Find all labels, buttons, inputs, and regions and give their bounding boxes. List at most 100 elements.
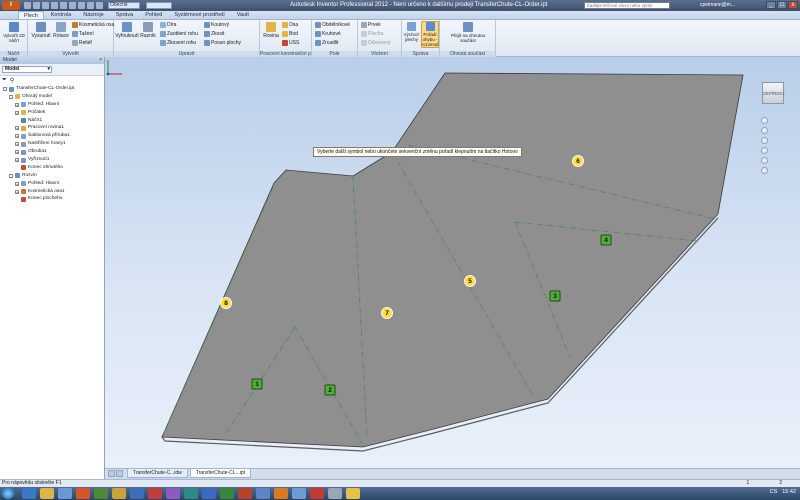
bend-marker-6[interactable]: 6 xyxy=(572,155,584,167)
look-at-icon[interactable] xyxy=(760,157,768,164)
tree-node[interactable]: + Pracovní rovina1 xyxy=(0,124,104,132)
select-icon[interactable] xyxy=(78,2,85,9)
tree-node[interactable]: + Šablonová příruba1 xyxy=(0,132,104,140)
sweep-button[interactable]: Tažení xyxy=(72,31,94,37)
collapse-icon[interactable]: - xyxy=(9,173,13,178)
bend-marker-7[interactable]: 7 xyxy=(381,307,393,319)
pan-icon[interactable] xyxy=(760,127,768,134)
flat-pattern-plate[interactable] xyxy=(161,72,744,448)
app-icon-16[interactable] xyxy=(292,488,306,499)
tree-node[interactable]: Náčrt1 xyxy=(0,117,104,125)
material-combo[interactable] xyxy=(146,2,172,9)
inventor-taskbar-icon[interactable] xyxy=(346,488,360,499)
media-icon[interactable] xyxy=(58,488,72,499)
word-icon[interactable] xyxy=(202,488,216,499)
unfold-button[interactable]: Vyfouknutí xyxy=(115,22,139,39)
start-button[interactable] xyxy=(2,488,14,499)
tree-node[interactable]: + Obruba1 xyxy=(0,148,104,156)
expand-icon[interactable]: + xyxy=(15,150,19,155)
browser-mode-select[interactable]: Model ▾ xyxy=(2,66,52,73)
emboss-button[interactable]: Reliéf xyxy=(72,40,92,46)
minimize-button[interactable]: _ xyxy=(766,1,776,9)
tree-node[interactable]: + Počátek xyxy=(0,109,104,117)
next-tab-icon[interactable] xyxy=(116,470,123,477)
tree-node[interactable]: Konec plochého xyxy=(0,195,104,203)
tree-node[interactable]: - Ohnutý model xyxy=(0,93,104,101)
bend-marker-3[interactable]: 3 xyxy=(549,290,561,302)
filter-icon[interactable]: ⏷ xyxy=(2,77,7,84)
app-icon-6[interactable] xyxy=(112,488,126,499)
update-icon[interactable] xyxy=(87,2,94,9)
doc-tab-drawing[interactable]: TransferChute-C...idw xyxy=(127,469,188,478)
face-offset-button[interactable]: Posun plochy xyxy=(204,40,241,46)
app-icon-10[interactable] xyxy=(184,488,198,499)
tree-node[interactable]: + Vyříznutí1 xyxy=(0,156,104,164)
graphics-window[interactable]: 1 2 3 4 5 6 7 8 Vyberte další symbol nebo ukonč… xyxy=(105,57,800,468)
punch-button[interactable]: Razník xyxy=(140,22,156,39)
bend-marker-8[interactable]: 8 xyxy=(220,297,232,309)
viewcube-front-face[interactable]: ZEPŘEDU xyxy=(762,82,785,104)
go-to-folded-part-button[interactable]: Přejít na ohnutou součást xyxy=(446,22,490,43)
powerpoint-icon[interactable] xyxy=(238,488,252,499)
derived-button[interactable]: Odvozený xyxy=(361,40,391,46)
cosmetic-axis-button[interactable]: Kosmetická osa xyxy=(72,22,114,28)
app-icon-18[interactable] xyxy=(328,488,342,499)
flat-pattern-canvas[interactable]: 1 2 3 4 5 6 7 8 xyxy=(105,57,800,468)
tab-sprava[interactable]: Správa xyxy=(111,11,138,19)
extrude-button[interactable]: Vysunutí xyxy=(31,22,51,39)
close-icon[interactable]: × xyxy=(99,57,102,64)
appearance-combo[interactable]: Obecné xyxy=(108,2,140,9)
app-icon-15[interactable] xyxy=(274,488,288,499)
plane-button[interactable]: Rovina xyxy=(262,22,280,39)
tab-systemove-prostredi[interactable]: Systémové prostředí xyxy=(169,11,229,19)
collapse-icon[interactable]: - xyxy=(3,87,7,92)
corner-chamfer-button[interactable]: Zkosení rohu xyxy=(160,40,196,46)
undo-icon[interactable] xyxy=(51,2,58,9)
insert-surface-button[interactable]: Plocha xyxy=(361,31,383,37)
previous-tab-icon[interactable] xyxy=(108,470,115,477)
expand-icon[interactable]: + xyxy=(15,158,19,163)
bend-marker-4[interactable]: 4 xyxy=(600,234,612,246)
revolve-button[interactable]: Rotace xyxy=(52,22,70,39)
hole-button[interactable]: Díra xyxy=(160,22,176,28)
app-icon-7[interactable] xyxy=(130,488,144,499)
app-icon-14[interactable] xyxy=(256,488,270,499)
expand-icon[interactable]: + xyxy=(15,142,19,147)
bend-order-button[interactable]: Pořadí ohybu - rozvinutí xyxy=(421,21,439,48)
app-icon-8[interactable] xyxy=(148,488,162,499)
firefox-icon[interactable] xyxy=(76,488,90,499)
axis-button[interactable]: Osa xyxy=(282,22,298,28)
mirror-button[interactable]: Zrcadlit xyxy=(315,40,338,46)
tab-nastroje[interactable]: Nástroje xyxy=(78,11,108,19)
expand-icon[interactable]: + xyxy=(15,134,19,139)
open-icon[interactable] xyxy=(33,2,40,9)
explorer-icon[interactable] xyxy=(40,488,54,499)
tree-node[interactable]: + Pohled: Hlavní xyxy=(0,180,104,188)
chrome-icon[interactable] xyxy=(94,488,108,499)
expand-icon[interactable]: + xyxy=(15,126,19,131)
expand-icon[interactable]: + xyxy=(15,110,19,115)
expand-icon[interactable]: + xyxy=(15,102,19,107)
bend-marker-5[interactable]: 5 xyxy=(464,275,476,287)
bend-marker-1[interactable]: 1 xyxy=(251,378,263,390)
insert-feature-button[interactable]: Prvek xyxy=(361,22,381,28)
viewcube[interactable]: ZEPŘEDU xyxy=(762,82,785,104)
point-button[interactable]: Bod xyxy=(282,31,298,37)
tree-node[interactable]: Konec ohnutého xyxy=(0,164,104,172)
doc-tab-part[interactable]: TransferChute-CL...ipt xyxy=(189,469,251,478)
sheet-metal-defaults-button[interactable]: Výchozí plechy xyxy=(403,22,420,42)
steering-wheel-icon[interactable] xyxy=(760,117,768,124)
orbit-icon[interactable] xyxy=(760,147,768,154)
tree-node[interactable]: - Rozvin xyxy=(0,172,104,180)
ie-icon[interactable] xyxy=(22,488,36,499)
tab-pohled[interactable]: Pohled xyxy=(140,11,167,19)
app-icon-9[interactable] xyxy=(166,488,180,499)
zoom-window-icon[interactable] xyxy=(760,167,768,174)
tab-kontrola[interactable]: Kontrola xyxy=(46,11,77,19)
maximize-button[interactable]: □ xyxy=(777,1,787,9)
expand-icon[interactable]: + xyxy=(15,181,19,186)
application-menu-button[interactable]: I xyxy=(2,1,20,10)
home-icon[interactable] xyxy=(69,2,76,9)
expand-icon[interactable]: + xyxy=(15,189,19,194)
collapse-icon[interactable]: - xyxy=(9,94,13,99)
